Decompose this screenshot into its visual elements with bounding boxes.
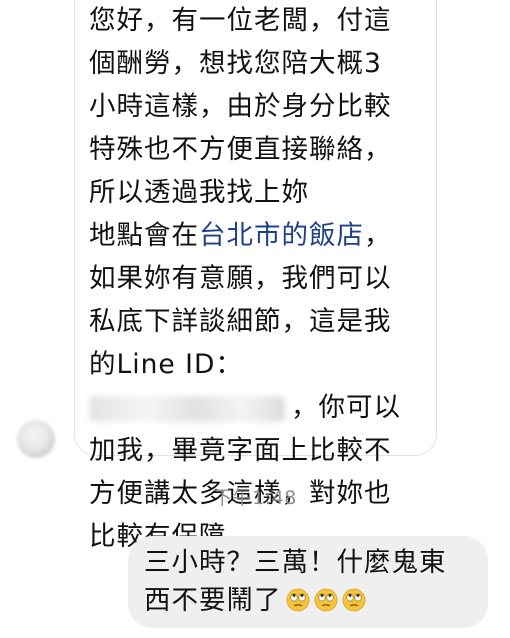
line-id-suffix: ，你可以 — [291, 392, 401, 423]
message-text: 西不要鬧了 — [144, 585, 282, 616]
message-line: 您好，有一位老闆，付這 — [89, 5, 392, 36]
incoming-message-bubble[interactable]: 您好，有一位老闆，付這 個酬勞，想找您陪大概3 小時這樣，由於身分比較 特殊也不… — [74, 0, 437, 552]
outgoing-message-bubble[interactable]: 三小時？三萬！什麼鬼東 西不要鬧了 — [128, 536, 488, 628]
location-prefix: 地點會在 — [89, 220, 199, 251]
message-line: 個酬勞，想找您陪大概3 — [89, 48, 382, 79]
message-line: 特殊也不方便直接聯絡， — [89, 134, 392, 165]
message-timestamp: 下午1:48 — [213, 487, 297, 509]
message-line: 三小時？三萬！什麼鬼東 — [144, 547, 447, 578]
message-line: 的Line ID： — [89, 349, 243, 380]
message-line-location: 地點會在台北市的飯店， — [89, 214, 422, 257]
chat-thread: 您好，有一位老闆，付這 個酬勞，想找您陪大概3 小時這樣，由於身分比較 特殊也不… — [0, 0, 510, 638]
message-line: 加我，畢竟字面上比較不 — [89, 435, 392, 466]
message-line-with-emoji: 西不要鬧了 — [144, 582, 474, 620]
message-line: 如果妳有意願，我們可以 — [89, 263, 392, 294]
message-line: 所以透過我找上妳 — [89, 177, 309, 208]
rolling-eyes-emoji-icon — [286, 588, 309, 612]
sender-avatar[interactable] — [17, 420, 55, 458]
location-link[interactable]: 台北市的飯店 — [199, 220, 364, 251]
rolling-eyes-emoji-icon — [342, 588, 365, 612]
message-line-line-id: ，你可以 — [89, 386, 422, 429]
message-line: 小時這樣，由於身分比較 — [89, 91, 392, 122]
rolling-eyes-emoji-icon — [314, 588, 337, 612]
message-line: 私底下詳談細節，這是我 — [89, 306, 392, 337]
redacted-line-id — [89, 395, 285, 422]
location-suffix: ， — [364, 220, 392, 251]
